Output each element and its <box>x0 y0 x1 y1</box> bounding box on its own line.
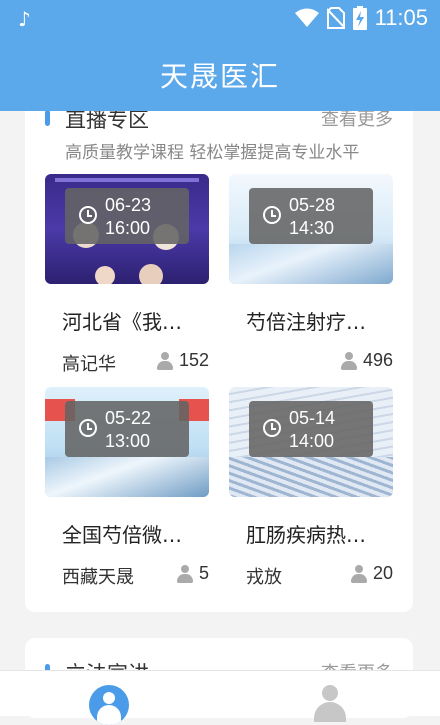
person-icon <box>156 351 173 370</box>
live-date: 05-28 <box>289 195 336 215</box>
live-time: 13:00 <box>105 431 151 451</box>
person-icon <box>176 564 193 583</box>
live-time: 14:30 <box>289 218 335 238</box>
alarm-clock-icon <box>263 419 281 437</box>
nav-doctor-icon[interactable] <box>89 685 129 725</box>
person-icon <box>340 351 357 370</box>
live-item-card[interactable]: 05-28 14:30 芍倍注射疗… 496 <box>229 174 393 384</box>
alarm-clock-icon <box>79 419 97 437</box>
live-time-badge: 06-23 16:00 <box>65 188 189 244</box>
person-icon <box>350 564 367 583</box>
live-date: 06-23 <box>105 195 152 215</box>
live-date: 05-14 <box>289 408 336 428</box>
view-count: 152 <box>178 350 209 370</box>
bottom-nav <box>0 670 440 725</box>
live-author: 戎放 <box>246 567 282 588</box>
live-date: 05-22 <box>105 408 152 428</box>
app-title: 天晟医汇 <box>159 60 280 93</box>
no-sim-icon <box>326 7 345 29</box>
live-time-badge: 05-14 14:00 <box>249 401 373 457</box>
live-time: 14:00 <box>289 431 335 451</box>
view-count: 496 <box>362 350 393 370</box>
live-item-card[interactable]: 05-14 14:00 肛肠疾病热… 戎放 20 <box>229 387 393 597</box>
live-views: 20 <box>350 563 393 584</box>
live-item-card[interactable]: 06-23 16:00 河北省《我… 高记华 152 <box>45 174 209 384</box>
live-title: 全国芍倍微… <box>62 523 182 547</box>
live-time: 16:00 <box>105 218 151 238</box>
app-header: ♪ 11:05 天晟医汇 <box>0 0 440 111</box>
wifi-icon <box>294 8 319 27</box>
live-author: 西藏天晟 <box>62 567 134 588</box>
live-views: 5 <box>176 563 209 584</box>
view-count: 20 <box>372 563 393 583</box>
tiktok-icon: ♪ <box>18 7 31 31</box>
live-time-badge: 05-22 13:00 <box>65 401 189 457</box>
live-title: 河北省《我… <box>62 310 182 334</box>
live-section-card: 直播专区 查看更多 高质量教学课程 轻松掌握提高专业水平 06-23 16:00… <box>25 84 413 612</box>
alarm-clock-icon <box>263 206 281 224</box>
live-title: 肛肠疾病热… <box>246 523 366 547</box>
live-author: 高记华 <box>62 354 116 375</box>
status-bar: ♪ 11:05 <box>0 0 440 38</box>
status-time: 11:05 <box>374 5 428 30</box>
live-views: 152 <box>156 350 209 371</box>
live-title: 芍倍注射疗… <box>246 310 366 334</box>
view-count: 5 <box>198 563 209 583</box>
live-views: 496 <box>340 350 393 371</box>
alarm-clock-icon <box>79 206 97 224</box>
live-time-badge: 05-28 14:30 <box>249 188 373 244</box>
battery-charging-icon <box>352 6 367 30</box>
live-item-card[interactable]: 05-22 13:00 全国芍倍微… 西藏天晟 5 <box>45 387 209 597</box>
nav-profile-icon[interactable] <box>313 685 347 722</box>
section-subtitle: 高质量教学课程 轻松掌握提高专业水平 <box>65 143 360 163</box>
section-marker <box>45 110 50 126</box>
